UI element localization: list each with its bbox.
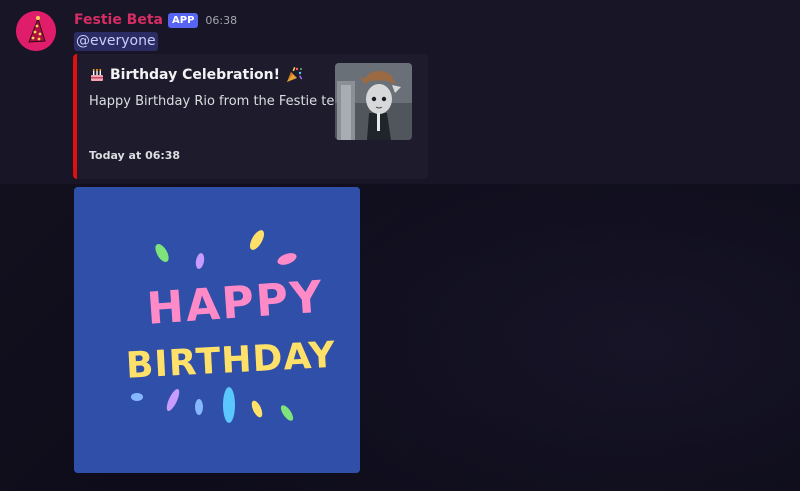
chat-background: Festie Beta APP 06:38 @everyone Birthday… — [0, 0, 800, 491]
message-timestamp[interactable]: 06:38 — [205, 14, 237, 27]
character-thumbnail-icon — [335, 63, 412, 140]
happy-birthday-illustration: HAPPY BIRTHDAY — [74, 187, 360, 473]
bot-avatar[interactable] — [16, 11, 56, 51]
embed-title-text: Birthday Celebration! — [110, 67, 280, 83]
embed-footer: Today at 06:38 — [89, 149, 181, 162]
cake-icon — [91, 69, 103, 81]
message-header: Festie Beta APP 06:38 — [74, 10, 237, 30]
rich-embed: Birthday Celebration! Happy Birthday Rio… — [73, 54, 428, 179]
embed-thumbnail[interactable] — [335, 63, 412, 140]
embed-description: Happy Birthday Rio from the Festie team — [89, 94, 356, 109]
party-hat-icon — [16, 11, 56, 51]
app-badge: APP — [168, 12, 199, 28]
author-name[interactable]: Festie Beta — [74, 12, 163, 28]
party-popper-icon — [286, 67, 303, 82]
everyone-mention[interactable]: @everyone — [74, 32, 158, 51]
birthday-gif-attachment[interactable]: HAPPY BIRTHDAY — [74, 187, 360, 473]
embed-title: Birthday Celebration! — [89, 66, 303, 84]
